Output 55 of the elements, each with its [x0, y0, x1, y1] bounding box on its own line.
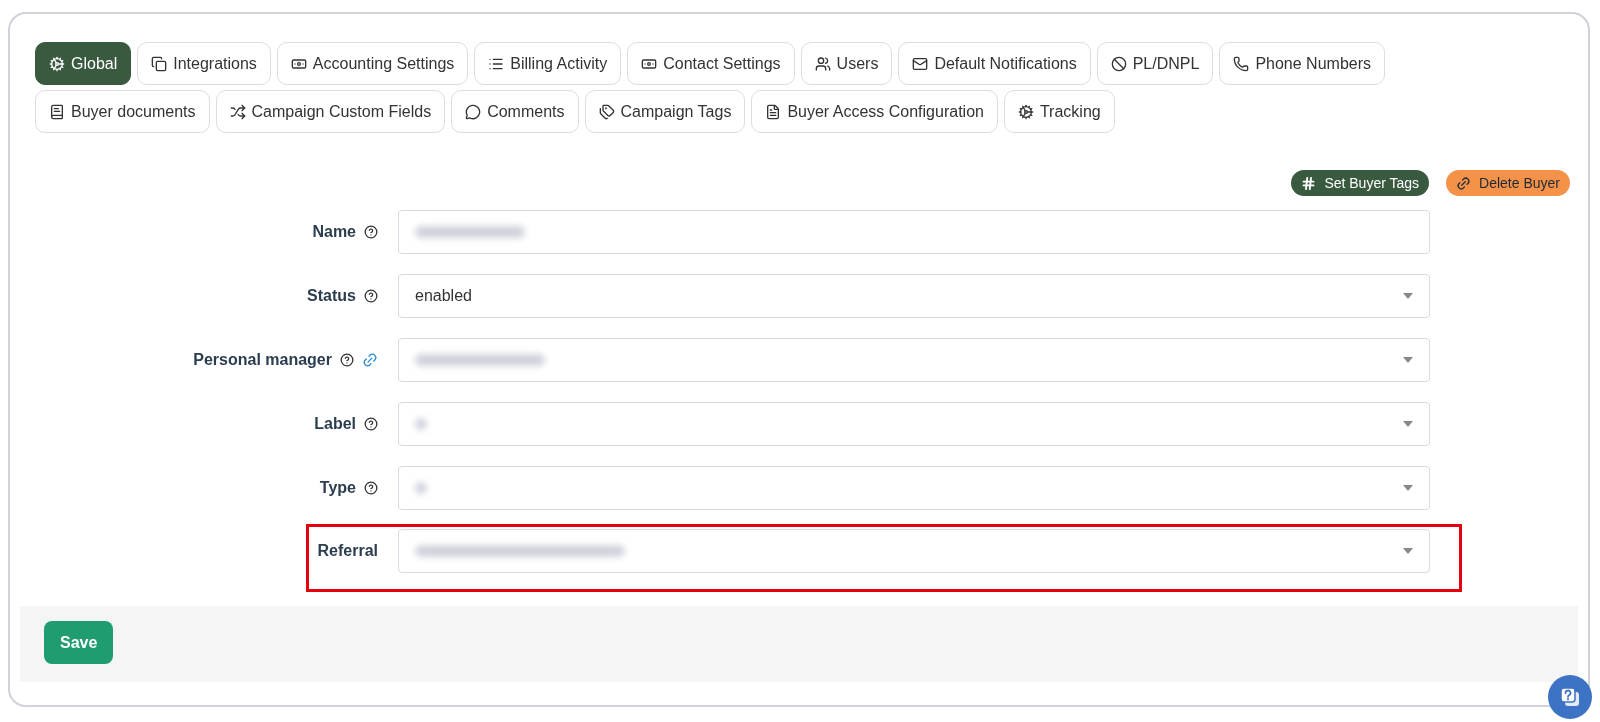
tab[interactable]: Tracking: [1003, 90, 1115, 133]
field-label: Type: [319, 478, 356, 498]
help-icon[interactable]: [364, 225, 378, 239]
phone-icon: [1233, 55, 1250, 72]
tags-icon: [598, 103, 615, 120]
select-field[interactable]: [398, 402, 1430, 446]
field-label: Label: [314, 414, 356, 434]
tab[interactable]: Users: [800, 42, 893, 85]
help-icon[interactable]: [364, 481, 378, 495]
ban-icon: [1110, 55, 1127, 72]
shuffle-icon: [229, 103, 246, 120]
help-chat-button[interactable]: [1548, 675, 1592, 719]
dropdown-arrow-icon: [1403, 293, 1413, 299]
field-label: Status: [307, 286, 356, 306]
field-label: Personal manager: [193, 350, 332, 370]
tab[interactable]: PL/DNPL: [1096, 42, 1214, 85]
users-icon: [814, 55, 831, 72]
tab[interactable]: Buyer documents: [35, 90, 210, 133]
tab[interactable]: Comments: [451, 90, 579, 133]
dropdown-arrow-icon: [1403, 485, 1413, 491]
chat-bubble-icon: [465, 103, 482, 120]
dropdown-arrow-icon: [1403, 421, 1413, 427]
tab[interactable]: Global: [35, 42, 132, 85]
delete-button[interactable]: Delete Buyer: [1446, 170, 1570, 196]
help-chat-icon: [1559, 686, 1581, 708]
field-label: Referral: [317, 541, 378, 561]
redacted-value: [415, 418, 427, 430]
tab[interactable]: Campaign Custom Fields: [215, 90, 446, 133]
input-field[interactable]: [398, 210, 1430, 254]
select-field[interactable]: [398, 338, 1430, 382]
mail-icon: [912, 55, 929, 72]
field-label: Name: [312, 222, 356, 242]
select-field[interactable]: [398, 466, 1430, 510]
help-icon[interactable]: [340, 353, 354, 367]
tab[interactable]: Billing Activity: [474, 42, 622, 85]
redacted-value: [415, 482, 427, 494]
field-value: enabled: [415, 286, 472, 306]
help-icon[interactable]: [364, 289, 378, 303]
hash-icon: [1301, 175, 1317, 191]
help-icon[interactable]: [364, 417, 378, 431]
windows-icon: [151, 55, 168, 72]
select-field[interactable]: enabled: [398, 274, 1430, 318]
tab[interactable]: Buyer Access Configuration: [751, 90, 998, 133]
select-field[interactable]: [398, 529, 1430, 573]
document-icon: [765, 103, 782, 120]
book-icon: [49, 103, 65, 120]
tags-button[interactable]: Set Buyer Tags: [1291, 170, 1430, 196]
dropdown-arrow-icon: [1403, 357, 1413, 363]
tab[interactable]: Campaign Tags: [584, 90, 746, 133]
tab[interactable]: Default Notifications: [898, 42, 1091, 85]
tab[interactable]: Contact Settings: [627, 42, 795, 85]
tab[interactable]: Phone Numbers: [1219, 42, 1385, 85]
tab[interactable]: Integrations: [137, 42, 271, 85]
tab[interactable]: Accounting Settings: [276, 42, 469, 85]
dropdown-arrow-icon: [1403, 548, 1413, 554]
